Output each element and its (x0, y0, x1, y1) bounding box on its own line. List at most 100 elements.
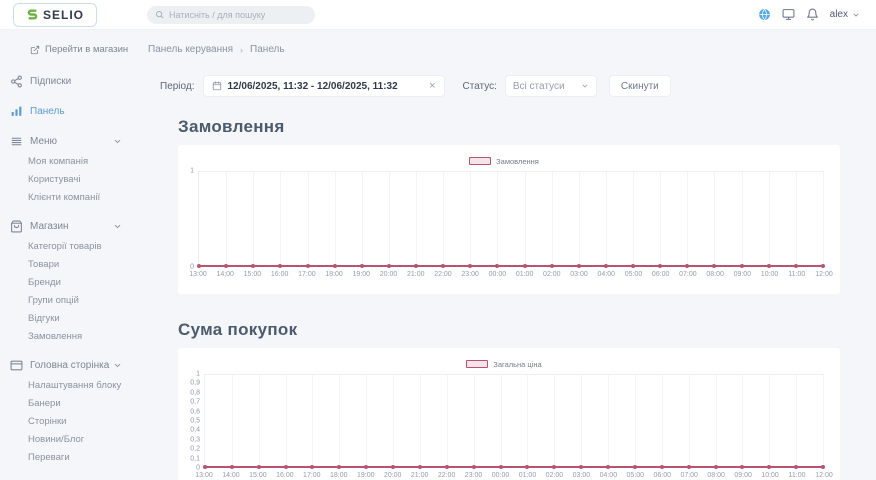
x-tick-label: 12:00 (815, 271, 833, 278)
x-axis: 13:0014:0015:0016:0017:0018:0019:0020:00… (198, 271, 824, 281)
series-point (658, 264, 662, 268)
legend-label: Загальна ціна (493, 360, 541, 369)
chevron-down-icon (113, 137, 122, 146)
sidebar-nav: Перейти в магазин Підписки Панель Меню Моя к… (0, 30, 140, 480)
chevron-down-icon (852, 11, 860, 19)
series-point (525, 465, 529, 469)
status-label: Статус: (463, 81, 497, 92)
series-point (257, 465, 261, 469)
sidebar-subitem[interactable]: Сторінки (28, 416, 140, 427)
sidebar-item-menu[interactable]: Меню (10, 135, 122, 148)
sidebar-subitem[interactable]: Клієнти компанії (28, 192, 140, 203)
sidebar-subitem[interactable]: Новини/Блог (28, 434, 140, 445)
sidebar-subitem[interactable]: Налаштування блоку (28, 380, 140, 391)
logo[interactable]: SELIO (13, 3, 97, 27)
x-tick-label: 00:00 (489, 271, 507, 278)
x-axis: 13:0014:0015:0016:0017:0018:0019:0020:00… (204, 472, 824, 480)
user-menu[interactable]: alex (830, 9, 860, 20)
x-tick-label: 17:00 (298, 271, 316, 278)
sidebar-item-dashboard[interactable]: Панель (10, 105, 122, 118)
search-input[interactable] (169, 10, 307, 20)
sidebar-subitem[interactable]: Товари (28, 259, 140, 270)
y-tick-label: 0,4 (190, 427, 200, 434)
display-icon[interactable] (782, 8, 795, 21)
series-point (472, 465, 476, 469)
x-tick-label: 16:00 (276, 472, 294, 479)
series-point (387, 264, 391, 268)
sidebar-group-menu: Меню Моя компанія Користувачі Клієнти компа… (0, 135, 140, 203)
logo-text: SELIO (43, 8, 84, 22)
x-tick-label: 19:00 (357, 472, 375, 479)
sidebar-item-subscriptions[interactable]: Підписки (10, 75, 122, 88)
legend-label: Замовлення (496, 157, 539, 166)
sidebar-subitem[interactable]: Відгуки (28, 313, 140, 324)
notifications-bell-icon[interactable] (806, 8, 819, 21)
sidebar-item-store[interactable]: Магазин (10, 220, 122, 233)
gridline (362, 172, 363, 266)
language-globe-icon[interactable] (758, 8, 771, 21)
share-icon (10, 75, 23, 88)
x-tick-label: 17:00 (303, 472, 321, 479)
orders-section-title: Замовлення (178, 117, 876, 137)
purchase-sum-chart-card: Загальна ціна10,90,80,70,60,50,40,30,20,… (178, 348, 840, 480)
sidebar-subitem[interactable]: Групи опцій (28, 295, 140, 306)
gridline (633, 172, 634, 266)
series-point (767, 264, 771, 268)
y-tick-label: 0,1 (190, 455, 200, 462)
x-tick-label: 02:00 (543, 271, 561, 278)
sidebar-subitem[interactable]: Замовлення (28, 331, 140, 342)
gridline (420, 375, 421, 467)
chevron-down-icon (113, 361, 122, 370)
x-tick-label: 15:00 (249, 472, 267, 479)
breadcrumb-item[interactable]: Панель керування (148, 44, 233, 55)
sidebar-item-home-page[interactable]: Головна сторінка (10, 359, 122, 372)
status-select[interactable]: Всі статуси (505, 75, 597, 97)
sidebar-group-store: Магазин Категорії товарів Товари Бренди Груп… (0, 220, 140, 342)
series-point (251, 264, 255, 268)
gridline (501, 375, 502, 467)
sidebar-subitem[interactable]: Категорії товарів (28, 241, 140, 252)
sidebar-subitem[interactable]: Банери (28, 398, 140, 409)
sidebar-item-label: Магазин (30, 221, 69, 232)
y-tick-label: 0 (190, 264, 194, 271)
series-point (523, 264, 527, 268)
gridline (606, 172, 607, 266)
sidebar-sublist-menu: Моя компанія Користувачі Клієнти компанії (28, 156, 140, 203)
gridline (393, 375, 394, 467)
sidebar-subitem[interactable]: Переваги (28, 452, 140, 463)
sidebar-subitem[interactable]: Користувачі (28, 174, 140, 185)
series-point (821, 465, 825, 469)
gridline (796, 172, 797, 266)
orders-chart: Замовлення1013:0014:0015:0016:0017:0018:… (178, 145, 840, 281)
gridline (286, 375, 287, 467)
gridline (366, 375, 367, 467)
sidebar-item-label: Підписки (30, 76, 71, 87)
search-icon (155, 10, 164, 19)
clear-date-icon[interactable]: × (429, 81, 435, 92)
legend-swatch (469, 157, 491, 165)
orders-chart-card: Замовлення1013:0014:0015:0016:0017:0018:… (178, 145, 840, 294)
sidebar-item-label: Головна сторінка (30, 360, 109, 371)
period-date-range-input[interactable]: 12/06/2025, 11:32 - 12/06/2025, 11:32 × (203, 75, 445, 97)
reset-button[interactable]: Скинути (609, 75, 671, 97)
series-point (445, 465, 449, 469)
series-point (740, 465, 744, 469)
sidebar-item-label: Перейти в магазин (45, 44, 128, 55)
x-tick-label: 14:00 (216, 271, 234, 278)
series-point (712, 264, 716, 268)
y-tick-label: 0,9 (190, 380, 200, 387)
search-bar[interactable] (147, 6, 315, 24)
sidebar-group-subscriptions: Підписки (0, 75, 140, 88)
x-tick-label: 02:00 (546, 472, 564, 479)
sidebar-subitem[interactable]: Моя компанія (28, 156, 140, 167)
series-point (203, 465, 207, 469)
series-point (495, 264, 499, 268)
sidebar-subitem[interactable]: Бренди (28, 277, 140, 288)
series-point (310, 465, 314, 469)
browser-window-icon (10, 359, 23, 372)
chevron-down-icon (581, 82, 589, 90)
x-tick-label: 08:00 (706, 271, 724, 278)
gridline (769, 172, 770, 266)
legend-swatch (466, 360, 488, 368)
sidebar-item-go-to-store[interactable]: Перейти в магазин (30, 44, 140, 55)
